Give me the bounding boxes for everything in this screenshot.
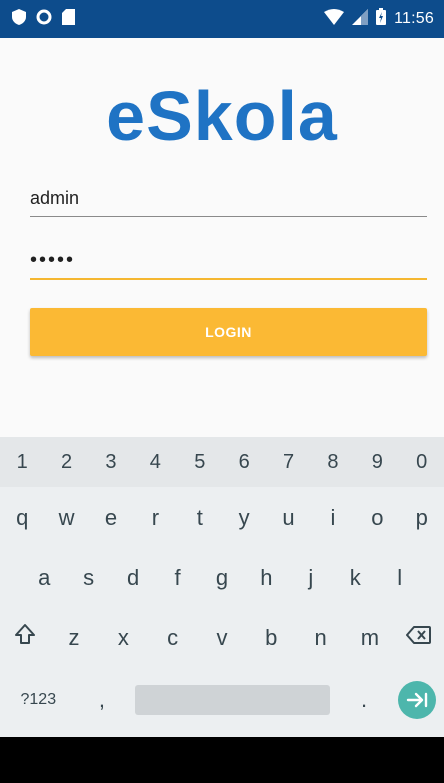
key-y[interactable]: y [227, 501, 261, 535]
key-r[interactable]: r [138, 501, 172, 535]
signal-icon [352, 8, 369, 30]
key-w[interactable]: w [50, 501, 84, 535]
key-c[interactable]: c [156, 621, 190, 655]
backspace-icon[interactable] [402, 621, 436, 655]
status-time: 11:56 [394, 10, 434, 27]
key-m[interactable]: m [353, 621, 387, 655]
key-f[interactable]: f [161, 561, 195, 595]
key-4[interactable]: 4 [138, 445, 172, 479]
key-q[interactable]: q [5, 501, 39, 535]
status-icons-left [12, 0, 75, 38]
key-s[interactable]: s [72, 561, 106, 595]
shield-icon [12, 8, 26, 30]
key-a[interactable]: a [27, 561, 61, 595]
symbols-key[interactable]: ?123 [8, 691, 68, 709]
key-j[interactable]: j [294, 561, 328, 595]
key-o[interactable]: o [360, 501, 394, 535]
key-t[interactable]: t [183, 501, 217, 535]
key-b[interactable]: b [254, 621, 288, 655]
key-u[interactable]: u [272, 501, 306, 535]
keyboard-number-row: 1 2 3 4 5 6 7 8 9 0 [0, 437, 444, 487]
shift-icon[interactable] [8, 621, 42, 655]
key-k[interactable]: k [338, 561, 372, 595]
key-i[interactable]: i [316, 501, 350, 535]
key-1[interactable]: 1 [5, 445, 39, 479]
keyboard-row-bottom: ?123 , . [0, 669, 444, 731]
key-9[interactable]: 9 [360, 445, 394, 479]
key-g[interactable]: g [205, 561, 239, 595]
key-z[interactable]: z [57, 621, 91, 655]
enter-icon[interactable] [397, 681, 436, 719]
key-l[interactable]: l [383, 561, 417, 595]
battery-icon [376, 8, 387, 30]
login-button[interactable]: LOGIN [30, 308, 427, 356]
key-comma[interactable]: , [85, 683, 119, 717]
soft-keyboard: 1 2 3 4 5 6 7 8 9 0 q w e r t y u i o p … [0, 437, 444, 737]
key-p[interactable]: p [405, 501, 439, 535]
username-input[interactable] [30, 180, 427, 217]
space-key[interactable] [135, 685, 331, 715]
key-5[interactable]: 5 [183, 445, 217, 479]
status-icons-right: 11:56 [324, 0, 434, 38]
key-v[interactable]: v [205, 621, 239, 655]
wifi-icon [324, 8, 345, 30]
key-2[interactable]: 2 [50, 445, 84, 479]
circle-icon [36, 9, 52, 30]
key-n[interactable]: n [304, 621, 338, 655]
key-8[interactable]: 8 [316, 445, 350, 479]
key-0[interactable]: 0 [405, 445, 439, 479]
key-e[interactable]: e [94, 501, 128, 535]
key-x[interactable]: x [106, 621, 140, 655]
keyboard-row-z: z x c v b n m [0, 609, 444, 667]
status-bar: 11:56 [0, 0, 444, 38]
keyboard-row-a: a s d f g h j k l [0, 549, 444, 607]
key-h[interactable]: h [249, 561, 283, 595]
keyboard-row-q: q w e r t y u i o p [0, 489, 444, 547]
app-title: eSkola [106, 77, 338, 155]
password-input[interactable] [30, 242, 427, 280]
sd-card-icon [62, 8, 75, 30]
navigation-bar [0, 737, 444, 783]
key-7[interactable]: 7 [272, 445, 306, 479]
key-6[interactable]: 6 [227, 445, 261, 479]
key-3[interactable]: 3 [94, 445, 128, 479]
key-period[interactable]: . [347, 683, 381, 717]
key-d[interactable]: d [116, 561, 150, 595]
